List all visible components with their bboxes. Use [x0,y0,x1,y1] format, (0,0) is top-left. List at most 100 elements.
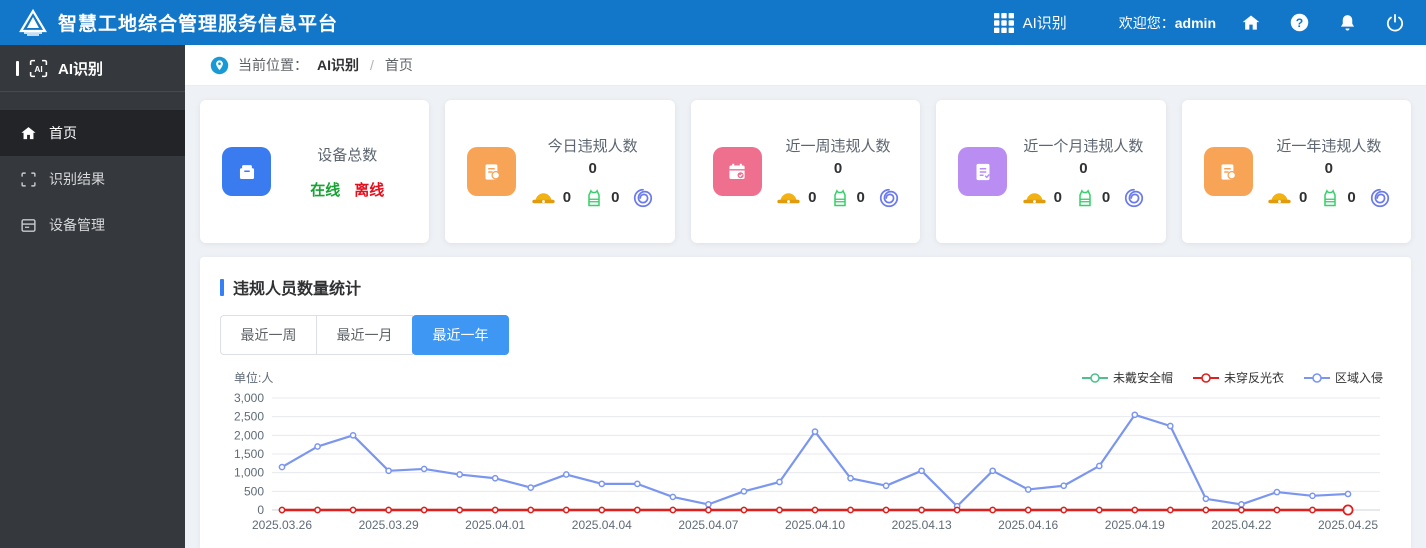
home-icon [1242,15,1260,30]
top-header: 智慧工地综合管理服务信息平台 AI识别 欢迎您：admin ? [0,0,1426,45]
data-point[interactable] [420,506,428,514]
data-point[interactable] [1131,411,1139,419]
card-value: 0 [588,159,597,177]
chart-legend: 未戴安全帽 未穿反光衣 区域入侵 [1081,369,1383,386]
data-point[interactable] [989,506,997,514]
data-point[interactable] [1131,506,1139,514]
breadcrumb-root[interactable]: AI识别 [317,55,359,75]
data-point[interactable] [420,465,428,473]
data-point[interactable] [1095,506,1103,514]
data-point[interactable] [456,506,464,514]
legend-marker-icon [1192,372,1219,383]
home-button[interactable] [1238,10,1264,36]
help-button[interactable]: ? [1286,10,1312,36]
data-point[interactable] [847,474,854,482]
data-point[interactable] [633,506,641,514]
document-list-icon [976,163,990,180]
data-point[interactable] [527,484,535,491]
data-point[interactable] [385,467,392,475]
data-point[interactable] [918,467,925,475]
data-point[interactable] [882,506,890,514]
data-point[interactable] [385,506,392,514]
logout-button[interactable] [1382,10,1408,36]
data-point[interactable] [1095,462,1103,470]
card-title: 今日违规人数 [547,137,638,155]
data-point[interactable] [740,506,748,514]
data-point[interactable] [598,506,606,514]
data-point[interactable] [314,506,321,514]
card-violations-today: 今日违规人数 0 0 0 [445,100,675,243]
data-point[interactable] [882,482,890,490]
data-point-emphasis[interactable] [1342,504,1354,516]
username: admin [1174,14,1216,31]
data-point[interactable] [1024,486,1032,493]
data-point[interactable] [633,480,641,488]
welcome-label: 欢迎您： [1118,14,1175,31]
data-point[interactable] [278,463,286,471]
data-point[interactable] [1238,506,1245,514]
data-point[interactable] [1060,506,1068,514]
data-point[interactable] [847,506,854,514]
legend-item[interactable]: 未戴安全帽 [1081,369,1173,386]
card-title: 设备总数 [317,146,378,164]
breadcrumb-label: 当前位置： [238,57,308,73]
range-tabs: 最近一周 最近一月 最近一年 [220,315,1391,355]
svg-text:?: ? [1295,16,1302,30]
data-point[interactable] [349,431,357,439]
data-point[interactable] [527,506,535,514]
data-point[interactable] [1060,482,1068,490]
data-point[interactable] [598,480,606,488]
y-axis-tick-label: 1,000 [234,466,264,480]
data-point[interactable] [1238,501,1245,508]
online-label[interactable]: 在线 [310,179,340,200]
tab-last-week[interactable]: 最近一周 [220,315,317,355]
welcome-text: 欢迎您：admin [1119,13,1216,33]
data-point[interactable] [705,501,712,508]
data-point[interactable] [1309,506,1316,514]
help-icon: ? [1290,13,1308,32]
data-point[interactable] [918,506,925,514]
data-point[interactable] [740,487,748,495]
data-point[interactable] [953,506,961,514]
data-point[interactable] [811,428,819,435]
legend-item[interactable]: 未穿反光衣 [1192,369,1284,386]
data-point[interactable] [1202,495,1210,503]
data-point[interactable] [1166,422,1174,430]
data-point[interactable] [491,506,499,514]
sidebar-item-home[interactable]: 首页 [0,110,185,156]
data-point[interactable] [1273,506,1281,514]
data-point[interactable] [989,467,997,475]
data-point[interactable] [1344,490,1352,498]
home-icon [21,126,36,139]
helmet-count: 0 [1053,189,1062,206]
data-point[interactable] [562,471,570,478]
data-point[interactable] [456,471,464,478]
offline-label[interactable]: 离线 [354,179,384,200]
app-switcher[interactable]: AI识别 [993,12,1067,34]
sidebar-item-recognition-results[interactable]: 识别结果 [0,156,185,202]
data-point[interactable] [811,506,819,514]
data-point[interactable] [776,506,783,514]
data-point[interactable] [1202,506,1210,514]
card-body: 近一年违规人数 0 0 0 [1259,135,1399,209]
data-point[interactable] [562,506,570,514]
data-point[interactable] [314,443,321,450]
data-point[interactable] [491,474,499,482]
data-point[interactable] [1309,492,1316,500]
x-axis-tick-label: 2025.04.25 [1318,518,1378,532]
legend-item[interactable]: 区域入侵 [1303,369,1383,386]
data-point[interactable] [1166,506,1174,514]
tab-last-month[interactable]: 最近一月 [316,315,413,355]
data-point[interactable] [349,506,357,514]
data-point[interactable] [669,506,677,514]
data-point[interactable] [776,478,783,486]
data-point[interactable] [1024,506,1032,514]
notifications-button[interactable] [1334,10,1360,36]
tab-last-year[interactable]: 最近一年 [412,315,509,355]
data-point[interactable] [1273,488,1281,496]
legend-marker-icon [1303,372,1330,383]
data-point[interactable] [669,493,677,501]
data-point[interactable] [705,506,712,514]
sidebar-item-device-management[interactable]: 设备管理 [0,202,185,248]
data-point[interactable] [278,506,286,514]
